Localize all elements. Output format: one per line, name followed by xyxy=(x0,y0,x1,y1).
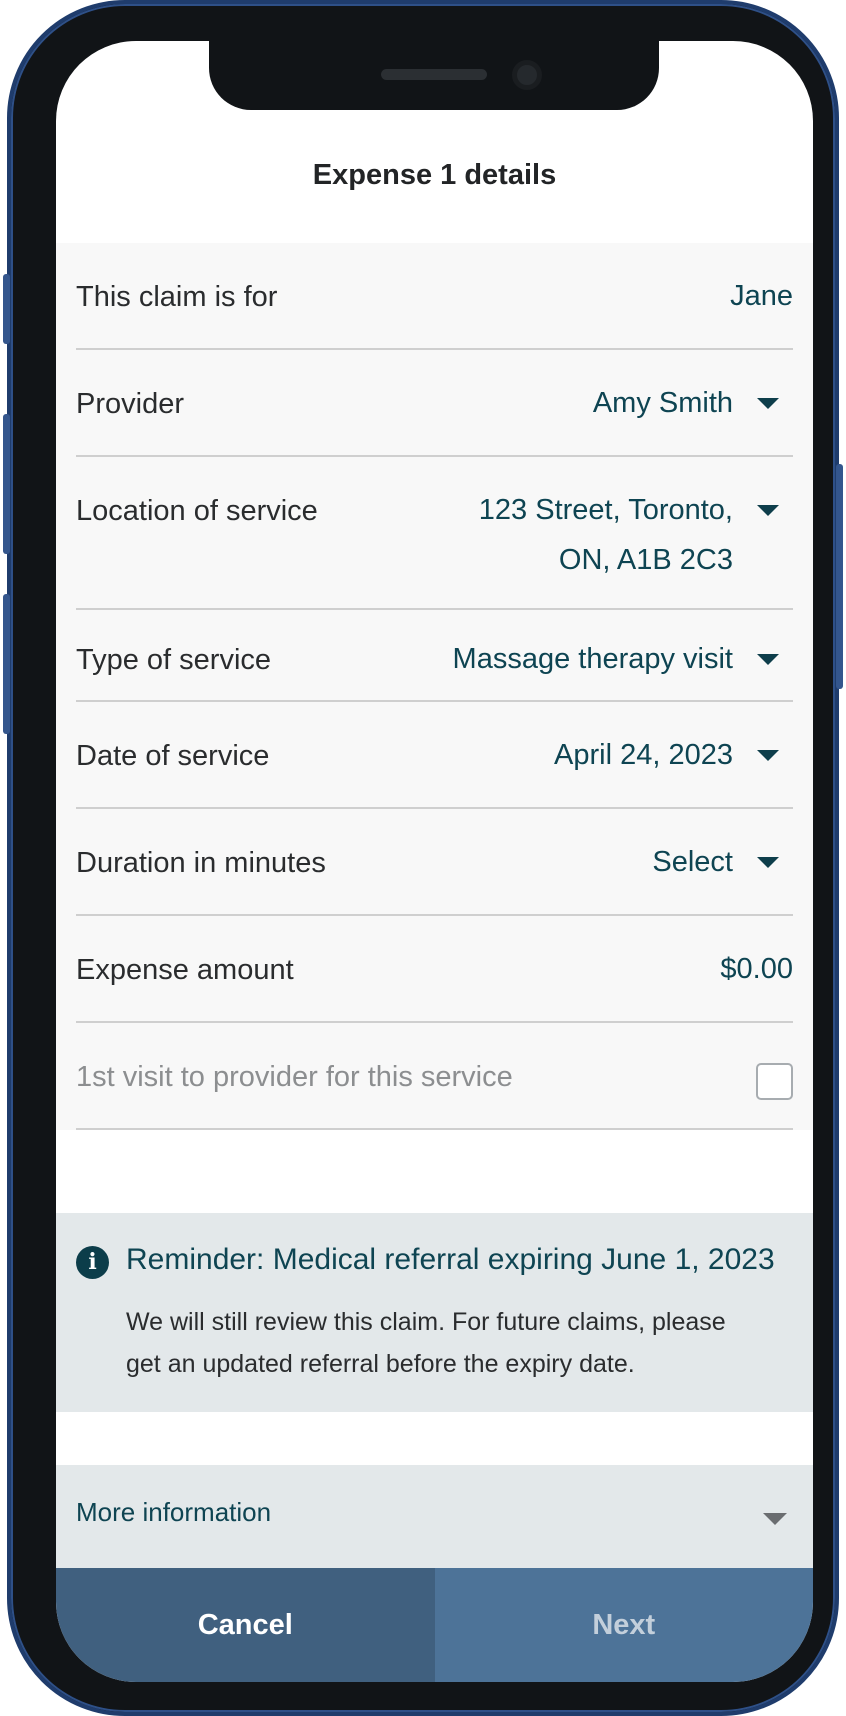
action-footer: Cancel Next xyxy=(56,1568,813,1682)
power-button xyxy=(836,464,843,689)
mute-switch xyxy=(3,274,10,344)
chevron-down-icon xyxy=(757,398,779,409)
provider-value[interactable]: Amy Smith xyxy=(593,350,793,428)
duration-value[interactable]: Select xyxy=(652,809,793,887)
info-icon: i xyxy=(76,1246,109,1279)
page-title: Expense 1 details xyxy=(312,159,557,191)
more-information-label: More information xyxy=(76,1497,272,1527)
claim-for-value-text: Jane xyxy=(730,280,793,312)
expense-amount-value[interactable]: $0.00 xyxy=(720,916,793,994)
app-screen: Expense 1 details This claim is for Jane… xyxy=(56,41,813,1682)
next-button[interactable]: Next xyxy=(434,1568,813,1682)
front-camera xyxy=(512,60,542,90)
provider-dropdown[interactable]: Provider Amy Smith xyxy=(76,350,793,457)
duration-label: Duration in minutes xyxy=(76,847,326,879)
duration-value-text: Select xyxy=(652,846,733,878)
first-visit-row: 1st visit to provider for this service xyxy=(76,1023,793,1130)
expense-amount-value-text: $0.00 xyxy=(720,953,793,985)
service-date-dropdown[interactable]: Date of service April 24, 2023 xyxy=(76,702,793,809)
chevron-down-icon xyxy=(757,505,779,516)
location-value-line1: 123 Street, Toronto, xyxy=(478,494,733,526)
chevron-down-icon xyxy=(763,1513,787,1525)
service-type-value-text: Massage therapy visit xyxy=(452,643,733,675)
chevron-down-icon xyxy=(757,654,779,665)
expense-form: This claim is for Jane Provider Amy Smit… xyxy=(56,243,813,1130)
volume-up-button xyxy=(3,414,10,554)
first-visit-label: 1st visit to provider for this service xyxy=(76,1061,513,1093)
expense-amount-field[interactable]: Expense amount $0.00 xyxy=(76,916,793,1023)
location-value-line2: ON, A1B 2C3 xyxy=(558,544,733,576)
service-type-label: Type of service xyxy=(76,644,272,676)
service-type-value[interactable]: Massage therapy visit xyxy=(453,610,793,684)
claim-for-value: Jane xyxy=(730,243,793,321)
location-label: Location of service xyxy=(76,495,318,527)
referral-reminder-banner: i Reminder: Medical referral expiring Ju… xyxy=(56,1213,813,1412)
service-date-value[interactable]: April 24, 2023 xyxy=(554,702,793,780)
cancel-button[interactable]: Cancel xyxy=(56,1568,435,1682)
first-visit-checkbox[interactable] xyxy=(756,1063,793,1100)
claim-for-row: This claim is for Jane xyxy=(76,243,793,350)
provider-value-text: Amy Smith xyxy=(592,387,733,419)
service-date-label: Date of service xyxy=(76,740,270,772)
reminder-body: We will still review this claim. For fut… xyxy=(126,1308,726,1378)
expense-amount-label: Expense amount xyxy=(76,954,294,986)
duration-dropdown[interactable]: Duration in minutes Select xyxy=(76,809,793,916)
service-type-dropdown[interactable]: Type of service Massage therapy visit xyxy=(76,610,793,702)
reminder-title: Reminder: Medical referral expiring June… xyxy=(126,1243,775,1276)
device-notch xyxy=(209,41,659,110)
location-dropdown[interactable]: Location of service 123 Street, Toronto,… xyxy=(76,457,793,610)
service-date-value-text: April 24, 2023 xyxy=(554,739,733,771)
speaker-grille xyxy=(381,69,487,80)
phone-frame: Expense 1 details This claim is for Jane… xyxy=(3,0,843,1716)
chevron-down-icon xyxy=(757,857,779,868)
location-value[interactable]: 123 Street, Toronto, ON, A1B 2C3 xyxy=(479,457,793,585)
claim-for-label: This claim is for xyxy=(76,281,278,313)
more-information-toggle[interactable]: More information xyxy=(56,1465,813,1568)
volume-down-button xyxy=(3,594,10,734)
chevron-down-icon xyxy=(757,750,779,761)
provider-label: Provider xyxy=(76,388,184,420)
location-value-text: 123 Street, Toronto, ON, A1B 2C3 xyxy=(479,485,733,585)
